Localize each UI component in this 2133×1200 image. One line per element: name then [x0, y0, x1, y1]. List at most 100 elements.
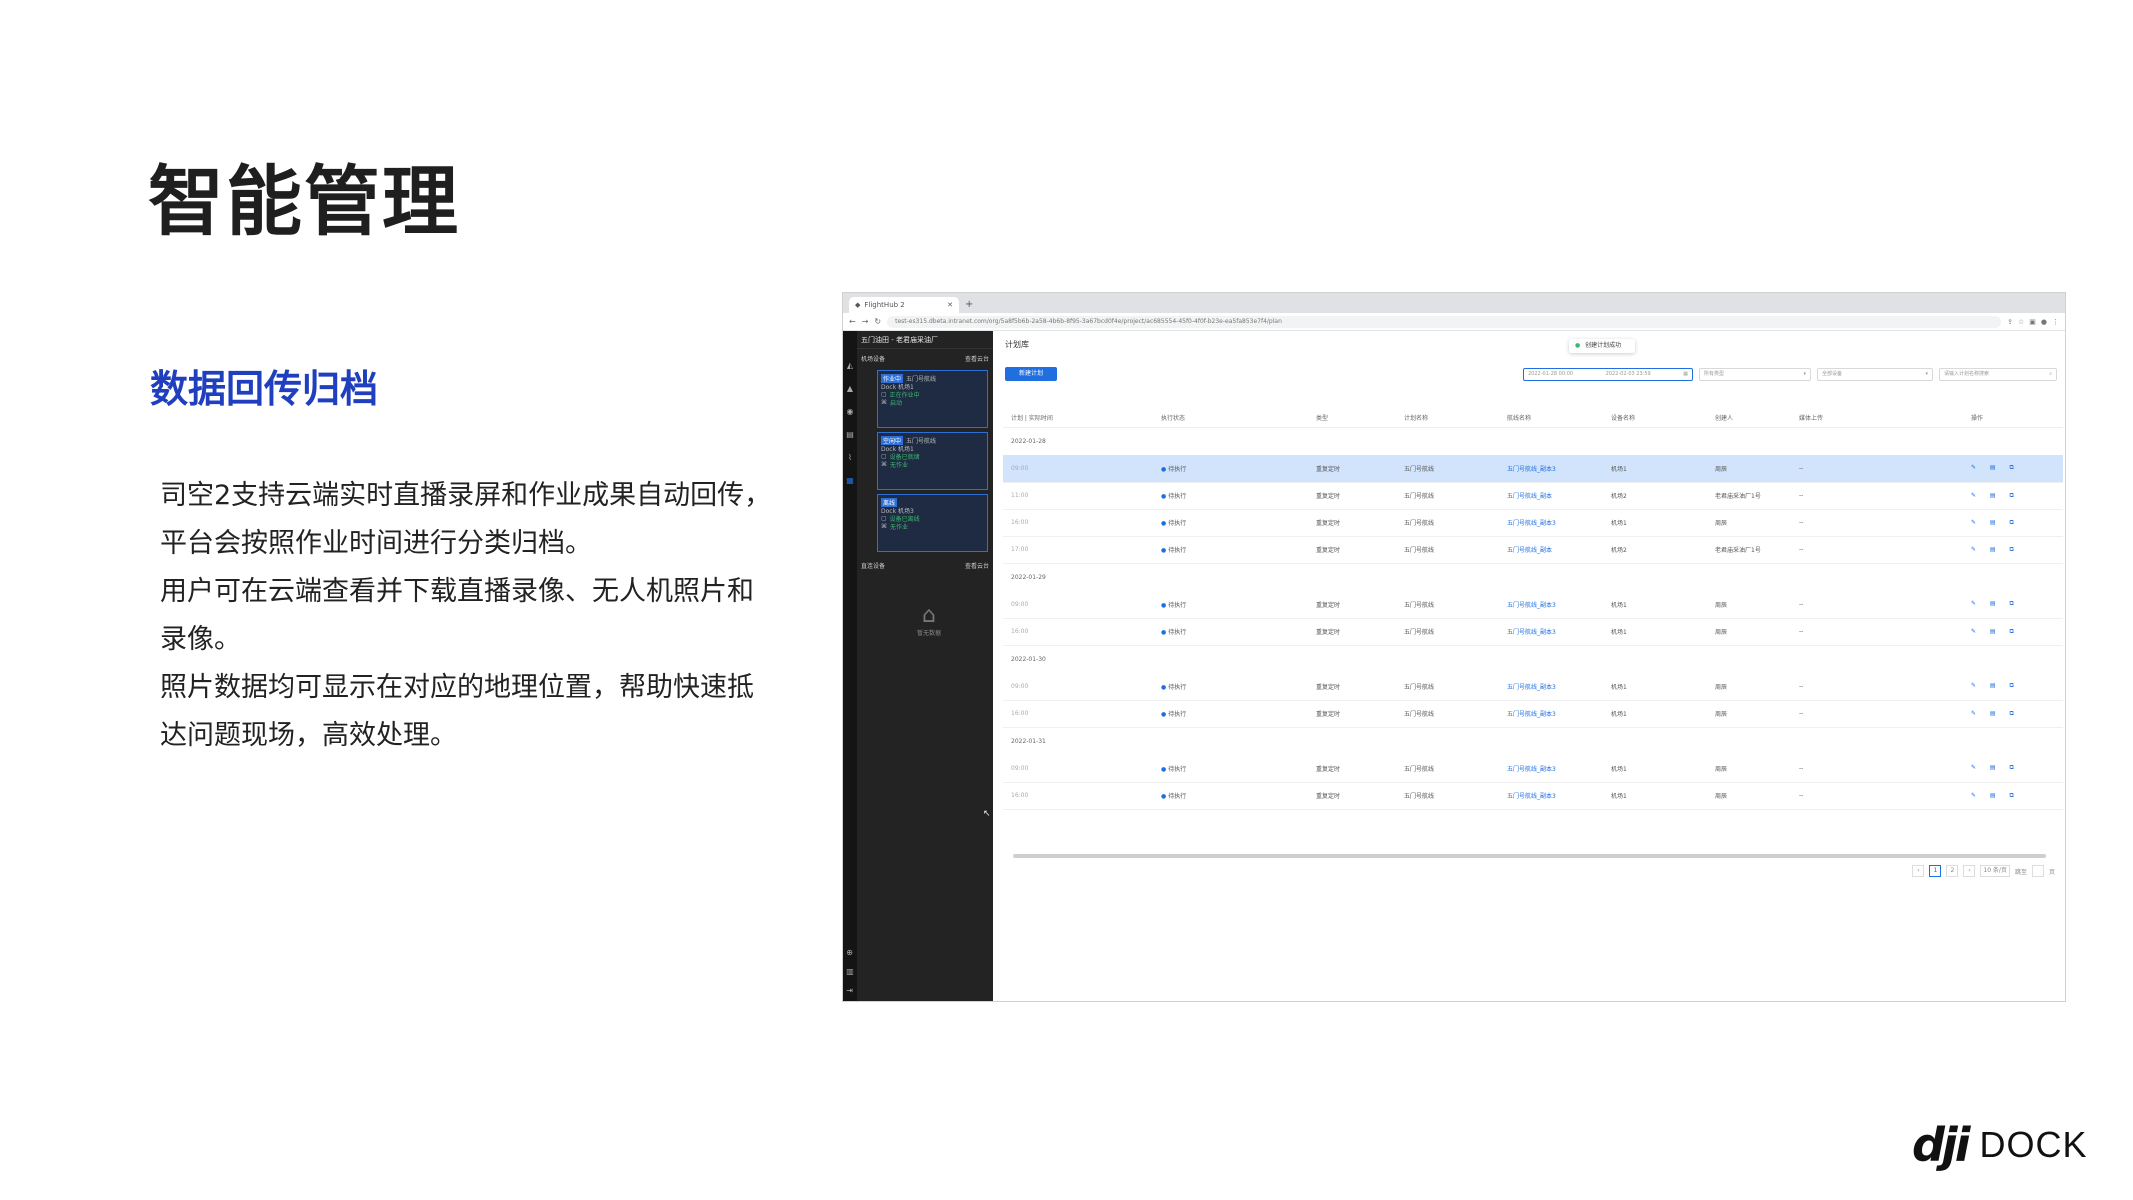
dock-card[interactable]: 作业中 五门号航线 Dock 机场1 ▢ 正在作业中 ⌘ 启动: [877, 370, 988, 428]
route-name-link[interactable]: 五门号航线_副本: [1499, 536, 1603, 564]
row-actions[interactable]: ✎ ▤ ⧉: [1963, 782, 2063, 810]
device-name: 机场2: [1603, 536, 1707, 564]
date-start: 2022-01-28 00:00: [1528, 371, 1574, 377]
row-actions[interactable]: ✎ ▤ ⧉: [1963, 509, 2063, 537]
status-dot-icon: ●: [1161, 601, 1167, 609]
logout-icon[interactable]: ⇥: [846, 986, 854, 995]
route-name-link[interactable]: 五门号航线_副本3: [1499, 755, 1603, 783]
route-name-link[interactable]: 五门号航线_副本3: [1499, 509, 1603, 537]
page-number-button[interactable]: 1: [1929, 865, 1942, 877]
table-row[interactable]: 09:00 ● 待执行 重复定时 五门号航线 五门号航线_副本3 机场1 周辰 -- ✎ ▤ ⧉: [1003, 673, 2063, 701]
dock-wordmark: DOCK: [1979, 1124, 2088, 1165]
browser-tab[interactable]: ◆ FlightHub 2 ✕: [849, 297, 959, 313]
settings-icon[interactable]: ▥: [846, 967, 854, 976]
route-icon[interactable]: ⌇: [848, 453, 852, 462]
reload-icon[interactable]: ↻: [874, 317, 881, 326]
plan-time: 16:00: [1003, 782, 1153, 810]
new-tab-icon[interactable]: +: [965, 297, 973, 313]
page-number-button[interactable]: 2: [1946, 865, 1959, 877]
row-actions[interactable]: ✎ ▤ ⧉: [1963, 536, 2063, 564]
row-actions[interactable]: ✎ ▤ ⧉: [1963, 700, 2063, 728]
route-name-link[interactable]: 五门号航线_副本3: [1499, 700, 1603, 728]
plan-time: 17:00: [1003, 536, 1153, 564]
description-line: 照片数据均可显示在对应的地理位置，帮助快速抵: [160, 672, 754, 703]
media-upload: --: [1791, 618, 1963, 646]
plan-icon[interactable]: ▦: [846, 476, 854, 485]
url-input[interactable]: test-es315.dbeta.intranet.com/org/5a8f5b…: [887, 315, 2002, 328]
plan-name: 五门号航线: [1396, 700, 1499, 728]
device-select-value: 全部设备: [1822, 371, 1843, 377]
map-icon[interactable]: ◭: [847, 361, 853, 370]
table-row[interactable]: 16:00 ● 待执行 重复定时 五门号航线 五门号航线_副本3 机场1 周辰 -- ✎ ▤ ⧉: [1003, 618, 2063, 646]
horizontal-scrollbar[interactable]: [1013, 854, 2046, 858]
column-header[interactable]: 创建人: [1707, 409, 1791, 428]
forward-icon[interactable]: →: [862, 317, 869, 326]
status-text: 待执行: [1168, 793, 1187, 800]
dock-icon: ▢: [881, 514, 887, 522]
extension-icon[interactable]: ▣: [2029, 318, 2036, 326]
type-select[interactable]: 所有类型 ▾: [1699, 368, 1811, 381]
column-header[interactable]: 计划名称: [1396, 409, 1499, 428]
search-input[interactable]: 请输入计划名称搜索 ⌕: [1939, 368, 2057, 381]
route-name-link[interactable]: 五门号航线_副本3: [1499, 591, 1603, 619]
status-text: 待执行: [1168, 601, 1187, 609]
date-range-picker[interactable]: 2022-01-28 00:00 2022-02-03 23:59 ▦: [1523, 368, 1693, 381]
row-actions[interactable]: ✎ ▤ ⧉: [1963, 591, 2063, 619]
row-actions[interactable]: ✎ ▤ ⧉: [1963, 455, 2063, 483]
table-row[interactable]: 09:00 ● 待执行 重复定时 五门号航线 五门号航线_副本3 机场1 周辰 -- ✎ ▤ ⧉: [1003, 455, 2063, 483]
media-icon[interactable]: ▤: [846, 430, 854, 439]
table-row[interactable]: 09:00 ● 待执行 重复定时 五门号航线 五门号航线_副本3 机场1 周辰 -- ✎ ▤ ⧉: [1003, 755, 2063, 783]
table-row[interactable]: 16:00 ● 待执行 重复定时 五门号航线 五门号航线_副本3 机场1 周辰 -- ✎ ▤ ⧉: [1003, 509, 2063, 537]
column-header[interactable]: 媒体上传: [1791, 409, 1963, 428]
share-icon[interactable]: ⇪: [2007, 318, 2013, 326]
drone-icon: ⌘: [881, 522, 887, 530]
next-page-button[interactable]: ›: [1963, 865, 1976, 877]
route-name-link[interactable]: 五门号航线_副本3: [1499, 782, 1603, 810]
chevron-down-icon: ▾: [1925, 371, 1928, 377]
device-icon[interactable]: ◉: [847, 407, 854, 416]
status-dot-icon: ●: [1161, 629, 1167, 636]
column-header[interactable]: 操作: [1963, 409, 2063, 428]
browser-tab-label: FlightHub 2: [864, 301, 905, 309]
page-size-select[interactable]: 10 条/页: [1980, 865, 2010, 877]
prev-page-button[interactable]: ‹: [1912, 865, 1925, 877]
table-row[interactable]: 09:00 ● 待执行 重复定时 五门号航线 五门号航线_副本3 机场1 周辰 -- ✎ ▤ ⧉: [1003, 591, 2063, 619]
column-header[interactable]: 设备名称: [1603, 409, 1707, 428]
dock-card[interactable]: 空闲中 五门号航线 Dock 机场1 ▢ 设备已就绪 ⌘ 无作业: [877, 432, 988, 490]
back-icon[interactable]: ←: [849, 317, 856, 326]
dock-gimbal-toggle[interactable]: 查看云台: [965, 354, 989, 363]
device-select[interactable]: 全部设备 ▾: [1817, 368, 1933, 381]
column-header[interactable]: 类型: [1308, 409, 1396, 428]
plan-name: 五门号航线: [1396, 618, 1499, 646]
plan-type: 重复定时: [1308, 482, 1396, 510]
route-name-link[interactable]: 五门号航线_副本3: [1499, 673, 1603, 701]
new-plan-button[interactable]: 新建计划: [1005, 367, 1057, 381]
help-icon[interactable]: ⊕: [846, 948, 854, 957]
column-header[interactable]: 执行状态: [1153, 409, 1308, 428]
table-row[interactable]: 17:00 ● 待执行 重复定时 五门号航线 五门号航线_副本 机场2 老君庙采油厂1号 -- ✎…: [1003, 536, 2063, 564]
row-actions[interactable]: ✎ ▤ ⧉: [1963, 618, 2063, 646]
row-actions[interactable]: ✎ ▤ ⧉: [1963, 673, 2063, 701]
plan-library: 计划库 ● 创建计划成功 新建计划 2022-01-28 00:00 2022-…: [993, 331, 2065, 1001]
table-row[interactable]: 16:00 ● 待执行 重复定时 五门号航线 五门号航线_副本3 机场1 周辰 -- ✎ ▤ ⧉: [1003, 782, 2063, 810]
close-tab-icon[interactable]: ✕: [947, 301, 953, 309]
table-row[interactable]: 16:00 ● 待执行 重复定时 五门号航线 五门号航线_副本3 机场1 周辰 -- ✎ ▤ ⧉: [1003, 700, 2063, 728]
row-actions[interactable]: ✎ ▤ ⧉: [1963, 755, 2063, 783]
column-header[interactable]: 航线名称: [1499, 409, 1603, 428]
route-name-link[interactable]: 五门号航线_副本3: [1499, 455, 1603, 483]
profile-icon[interactable]: ●: [2041, 318, 2047, 326]
drone-gimbal-toggle[interactable]: 查看云台: [965, 561, 989, 570]
jump-page-input[interactable]: [2031, 865, 2044, 877]
route-name-link[interactable]: 五门号航线_副本3: [1499, 618, 1603, 646]
menu-icon[interactable]: ⋮: [2052, 318, 2059, 326]
alert-icon[interactable]: ▲: [847, 384, 853, 393]
column-header[interactable]: 计划 | 实际时间: [1003, 409, 1153, 428]
dock-card[interactable]: 离线 Dock 机场3 ▢ 设备已离线 ⌘ 无作业: [877, 494, 988, 552]
bookmark-star-icon[interactable]: ☆: [2018, 318, 2024, 326]
table-row[interactable]: 11:00 ● 待执行 重复定时 五门号航线 五门号航线_副本 机场2 老君庙采油厂1号 -- ✎…: [1003, 482, 2063, 510]
media-upload: --: [1791, 509, 1963, 537]
description-text: 司空2支持云端实时直播录屏和作业成果自动回传， 平台会按照作业时间进行分类归档。用…: [160, 472, 771, 760]
route-name-link[interactable]: 五门号航线_副本: [1499, 482, 1603, 510]
device-name: 机场1: [1603, 509, 1707, 537]
row-actions[interactable]: ✎ ▤ ⧉: [1963, 482, 2063, 510]
